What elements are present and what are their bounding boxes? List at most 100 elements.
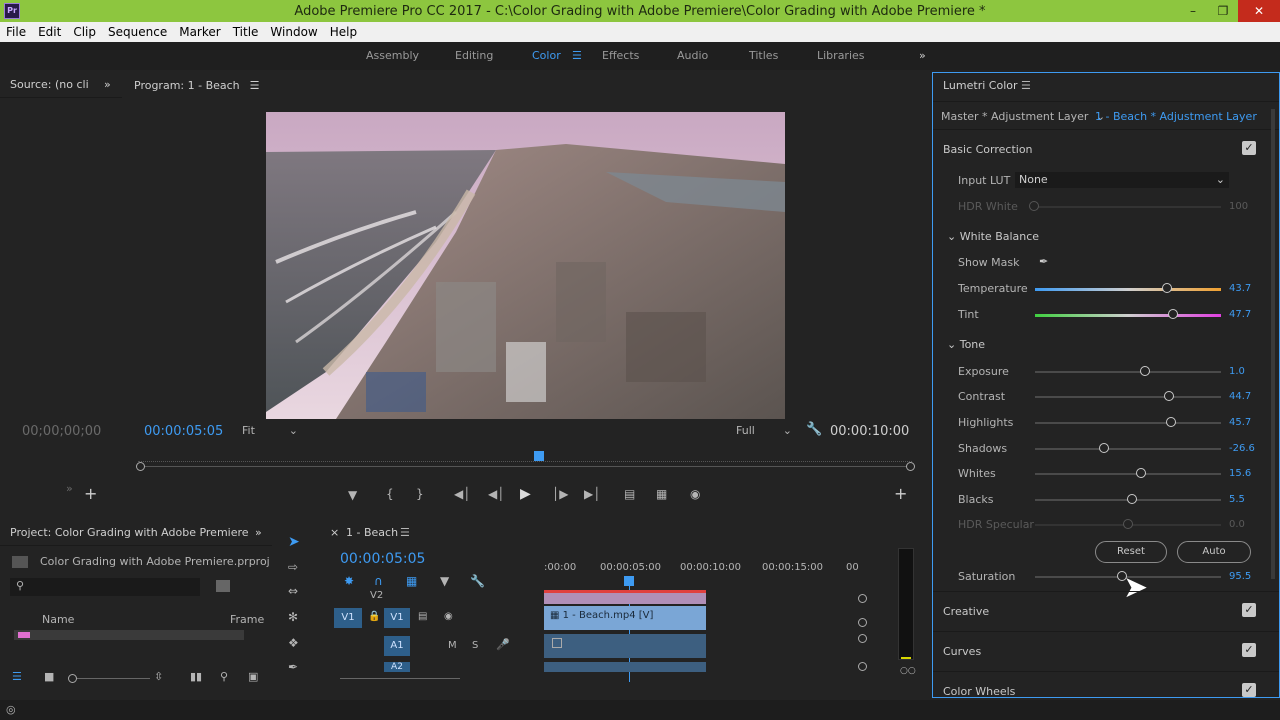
tint-thumb[interactable] [1167, 309, 1178, 319]
basic-correction-header[interactable]: Basic Correction [943, 143, 1033, 156]
slip-tool-icon[interactable]: ❖ [288, 636, 299, 650]
clip-v1[interactable]: ▦ 1 - Beach.mp4 [V] [544, 606, 706, 630]
curves-header[interactable]: Curves [943, 645, 981, 658]
blacks-thumb[interactable] [1126, 494, 1137, 504]
panel-overflow-icon[interactable]: » [255, 526, 262, 539]
menu-help[interactable]: Help [324, 25, 363, 39]
playhead[interactable] [534, 451, 544, 461]
shadows-value[interactable]: -26.6 [1229, 443, 1255, 454]
workspace-audio[interactable]: Audio [677, 49, 708, 62]
fit-select[interactable]: Fit ⌄ [242, 424, 298, 440]
contrast-value[interactable]: 44.7 [1229, 391, 1251, 402]
timeline-tab-label[interactable]: 1 - Beach [346, 526, 398, 539]
timeline-timecode[interactable]: 00:00:05:05 [340, 551, 425, 567]
scroll-handle[interactable] [858, 618, 867, 627]
contrast-track[interactable] [1035, 396, 1221, 398]
mark-out-icon[interactable]: } [416, 487, 424, 501]
shadows-track[interactable] [1035, 448, 1221, 450]
color-wheels-checkbox[interactable]: ✓ [1242, 683, 1256, 697]
source-patch-v1[interactable]: V1 [334, 608, 362, 628]
exposure-track[interactable] [1035, 371, 1221, 373]
workspace-libraries[interactable]: Libraries [817, 49, 865, 62]
track-a1-label[interactable]: A1 [384, 636, 410, 656]
program-tab-label[interactable]: Program: 1 - Beach [134, 79, 240, 92]
workspace-editing[interactable]: Editing [455, 49, 493, 62]
temperature-value[interactable]: 43.7 [1229, 283, 1251, 294]
eye-icon[interactable]: ◉ [444, 611, 453, 622]
mark-in-icon[interactable]: { [386, 487, 394, 501]
lumetri-tab-label[interactable]: Lumetri Color [943, 79, 1018, 92]
menu-edit[interactable]: Edit [32, 25, 67, 39]
zoom-slider[interactable] [70, 678, 150, 679]
project-tab-label[interactable]: Project: Color Grading with Adobe Premie… [10, 526, 249, 539]
basic-correction-checkbox[interactable]: ✓ [1242, 141, 1256, 155]
column-frame[interactable]: Frame [230, 613, 264, 626]
menu-window[interactable]: Window [264, 25, 323, 39]
workspace-overflow-icon[interactable]: » [919, 49, 926, 62]
workspace-menu-icon[interactable]: ☰ [572, 49, 582, 62]
exposure-thumb[interactable] [1139, 366, 1150, 376]
clip-a2[interactable] [544, 662, 706, 672]
lumetri-scrollbar[interactable] [1271, 109, 1275, 579]
white-balance-header[interactable]: ⌄ White Balance [947, 230, 1039, 243]
temperature-track[interactable] [1035, 288, 1221, 291]
add-marker-icon[interactable]: ▼ [348, 488, 357, 502]
microphone-icon[interactable]: 🎤 [496, 638, 510, 651]
menu-file[interactable]: File [0, 25, 32, 39]
project-search-input[interactable]: ⚲ [10, 578, 200, 596]
whites-value[interactable]: 15.6 [1229, 468, 1251, 479]
quality-select[interactable]: Full ⌄ [736, 424, 792, 440]
wrench-icon[interactable]: 🔧 [806, 422, 822, 437]
active-clip-label[interactable]: 1 - Beach * Adjustment Layer [1095, 110, 1257, 123]
shadows-thumb[interactable] [1098, 443, 1109, 453]
solo-meter-icon[interactable]: ○○ [900, 666, 916, 676]
new-bin-icon[interactable]: ▣ [248, 670, 258, 683]
adjustment-layer-clip[interactable] [544, 590, 706, 604]
scroll-handle-right[interactable] [906, 462, 915, 471]
menu-title[interactable]: Title [227, 25, 265, 39]
temperature-thumb[interactable] [1162, 283, 1173, 293]
zoom-slider-thumb[interactable] [68, 674, 77, 683]
linked-selection-icon[interactable]: ▦ [406, 574, 417, 588]
pen-tool-icon[interactable]: ✒ [288, 660, 298, 674]
highlights-thumb[interactable] [1165, 417, 1176, 427]
minimize-button[interactable]: – [1178, 0, 1208, 22]
input-lut-select[interactable]: None ⌄ [1015, 172, 1229, 188]
program-timecode[interactable]: 00:00:05:05 [144, 424, 223, 439]
color-wheels-header[interactable]: Color Wheels [943, 685, 1015, 698]
workspace-effects[interactable]: Effects [602, 49, 639, 62]
nest-icon[interactable]: ✸ [344, 574, 354, 588]
eyedropper-icon[interactable]: ✒ [1039, 255, 1048, 268]
source-tab[interactable]: Source: (no cli » [0, 72, 122, 98]
step-back-icon[interactable]: ◀│ [488, 487, 504, 501]
highlights-value[interactable]: 45.7 [1229, 417, 1251, 428]
auto-button[interactable]: Auto [1177, 541, 1251, 563]
scroll-handle[interactable] [858, 634, 867, 643]
curves-checkbox[interactable]: ✓ [1242, 643, 1256, 657]
blacks-value[interactable]: 5.5 [1229, 494, 1245, 505]
creative-header[interactable]: Creative [943, 605, 989, 618]
clip-a1[interactable] [544, 634, 706, 658]
track-a2-label[interactable]: A2 [384, 662, 410, 672]
step-forward-icon[interactable]: │▶ [552, 487, 568, 501]
menu-sequence[interactable]: Sequence [102, 25, 173, 39]
panel-menu-icon[interactable]: ☰ [250, 79, 260, 92]
menu-clip[interactable]: Clip [67, 25, 102, 39]
list-item[interactable] [14, 630, 244, 640]
snap-icon[interactable]: ∩ [374, 574, 383, 588]
menu-marker[interactable]: Marker [173, 25, 226, 39]
list-view-icon[interactable]: ☰ [12, 670, 22, 683]
track-select-tool-icon[interactable]: ⇨ [288, 560, 298, 574]
selection-tool-icon[interactable]: ➤ [288, 534, 300, 550]
whites-thumb[interactable] [1136, 468, 1147, 478]
saturation-value[interactable]: 95.5 [1229, 571, 1251, 582]
razor-tool-icon[interactable]: ✻ [288, 610, 298, 624]
panel-menu-icon[interactable]: ☰ [400, 526, 410, 539]
mute-button[interactable]: M [448, 640, 457, 651]
tone-header[interactable]: ⌄ Tone [947, 338, 985, 351]
timeline-ruler[interactable]: :00:00 00:00:05:00 00:00:10:00 00:00:15:… [544, 562, 864, 576]
extract-icon[interactable]: ▦ [656, 487, 667, 501]
add-button-icon[interactable]: + [894, 484, 907, 503]
find-icon[interactable]: ⚲ [220, 670, 228, 683]
contrast-thumb[interactable] [1163, 391, 1174, 401]
